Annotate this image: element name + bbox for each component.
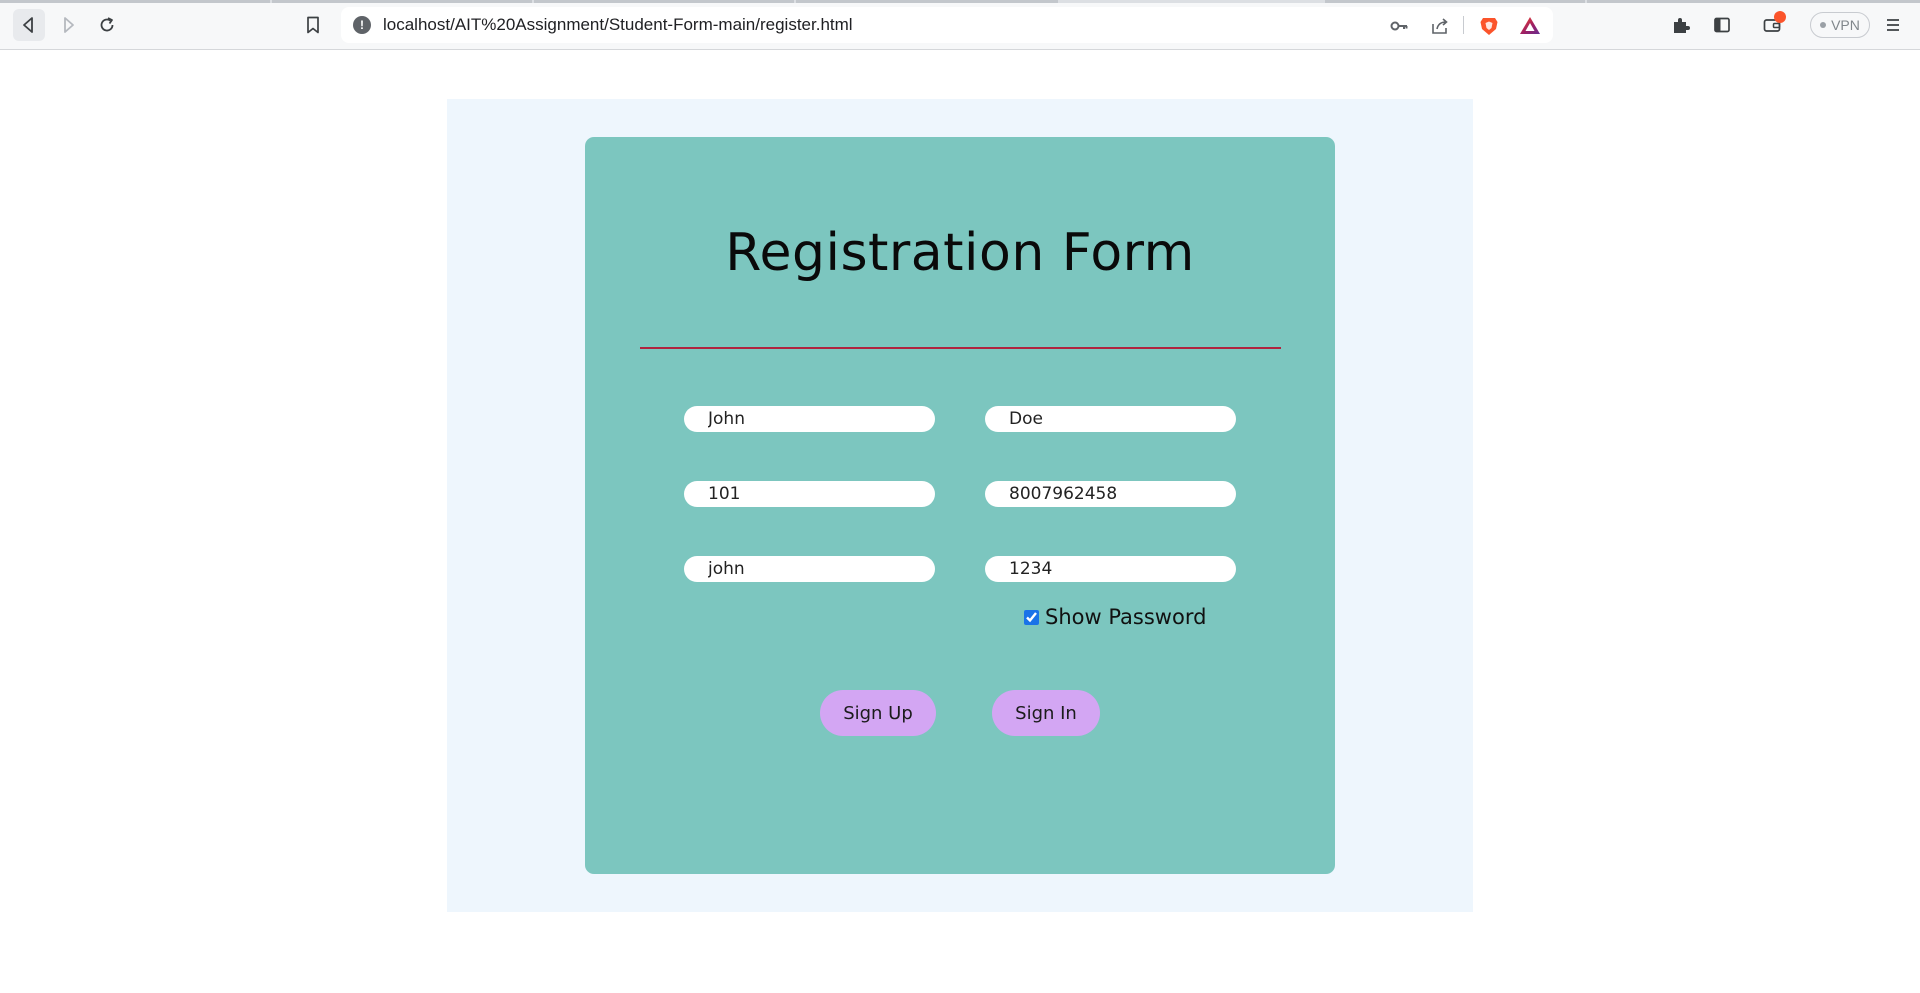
wallet-button[interactable] [1756,9,1788,41]
hamburger-menu-icon [1887,19,1899,31]
sidebar-button[interactable] [1706,9,1738,41]
menu-button[interactable] [1877,9,1909,41]
share-icon[interactable] [1429,15,1451,37]
extensions-button[interactable] [1665,9,1697,41]
back-arrow-icon [23,17,33,33]
page-title: Registration Form [725,223,1195,283]
password-field[interactable] [985,556,1236,582]
registration-card: Registration Form Show Password Sign Up … [585,137,1335,874]
tab-strip-edge [0,0,1920,3]
info-icon[interactable]: ! [353,16,371,34]
reload-icon [100,17,114,32]
sign-in-button[interactable]: Sign In [992,690,1100,736]
title-divider [640,347,1281,349]
show-password-row: Show Password [1024,605,1206,629]
forward-arrow-icon [64,17,74,33]
address-bar[interactable]: ! localhost/AIT%20Assignment/Student-For… [341,7,1553,43]
first-name-field[interactable] [684,406,935,432]
username-field[interactable] [684,556,935,582]
vpn-label: VPN [1831,17,1860,33]
bookmark-button[interactable] [297,9,329,41]
notification-badge [1774,11,1786,23]
vpn-status-dot [1820,22,1827,28]
key-icon[interactable] [1388,15,1410,37]
vpn-button[interactable]: VPN [1810,12,1870,38]
show-password-label[interactable]: Show Password [1045,605,1206,629]
forward-button[interactable] [52,9,84,41]
puzzle-icon [1674,18,1690,33]
sign-up-button[interactable]: Sign Up [820,690,936,736]
back-button[interactable] [13,9,45,41]
browser-toolbar: ! localhost/AIT%20Assignment/Student-For… [0,0,1920,50]
sidebar-icon [1714,17,1730,33]
student-id-field[interactable] [684,481,935,507]
bookmark-icon [307,16,319,34]
reload-button[interactable] [91,9,123,41]
brave-lion-icon[interactable] [1478,15,1500,37]
phone-field[interactable] [985,481,1236,507]
brave-rewards-triangle-icon[interactable] [1519,15,1541,37]
show-password-checkbox[interactable] [1024,609,1039,625]
url-text[interactable]: localhost/AIT%20Assignment/Student-Form-… [383,15,853,35]
last-name-field[interactable] [985,406,1236,432]
address-bar-separator [1463,16,1464,34]
